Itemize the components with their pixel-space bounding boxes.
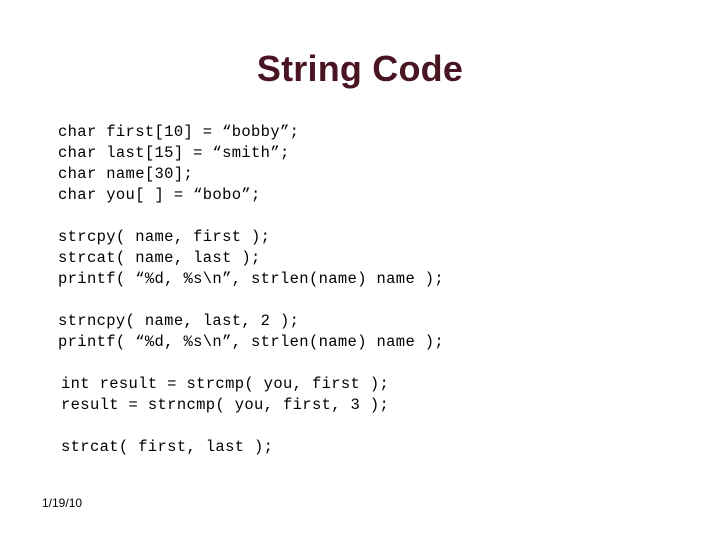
code-line: strcpy( name, first ); <box>58 228 271 246</box>
code-block-strncpy-print: strncpy( name, last, 2 ); printf( “%d, %s… <box>58 311 698 353</box>
slide: String Code char first[10] = “bobby”; cha… <box>0 0 720 540</box>
code-line: char name[30]; <box>58 165 194 183</box>
code-block-compare: int result = strcmp( you, first ); result… <box>58 374 698 416</box>
code-line: char last[15] = “smith”; <box>58 144 290 162</box>
code-line: int result = strcmp( you, first ); <box>61 375 390 393</box>
code-block-declarations: char first[10] = “bobby”; char last[15] =… <box>58 122 698 206</box>
code-block-copy-concat-print: strcpy( name, first ); strcat( name, last… <box>58 227 698 290</box>
code-line: char you[ ] = “bobo”; <box>58 186 261 204</box>
code-line: strncpy( name, last, 2 ); <box>58 312 300 330</box>
code-body: char first[10] = “bobby”; char last[15] =… <box>58 122 698 458</box>
code-line: result = strncmp( you, first, 3 ); <box>61 396 390 414</box>
code-line: printf( “%d, %s\n”, strlen(name) name ); <box>58 333 445 351</box>
code-line: char first[10] = “bobby”; <box>58 123 300 141</box>
code-line: strcat( name, last ); <box>58 249 261 267</box>
footer-date: 1/19/10 <box>42 496 83 510</box>
code-block-final-concat: strcat( first, last ); <box>58 437 698 458</box>
code-line: printf( “%d, %s\n”, strlen(name) name ); <box>58 270 445 288</box>
code-line: strcat( first, last ); <box>61 438 274 456</box>
page-title: String Code <box>256 48 464 89</box>
